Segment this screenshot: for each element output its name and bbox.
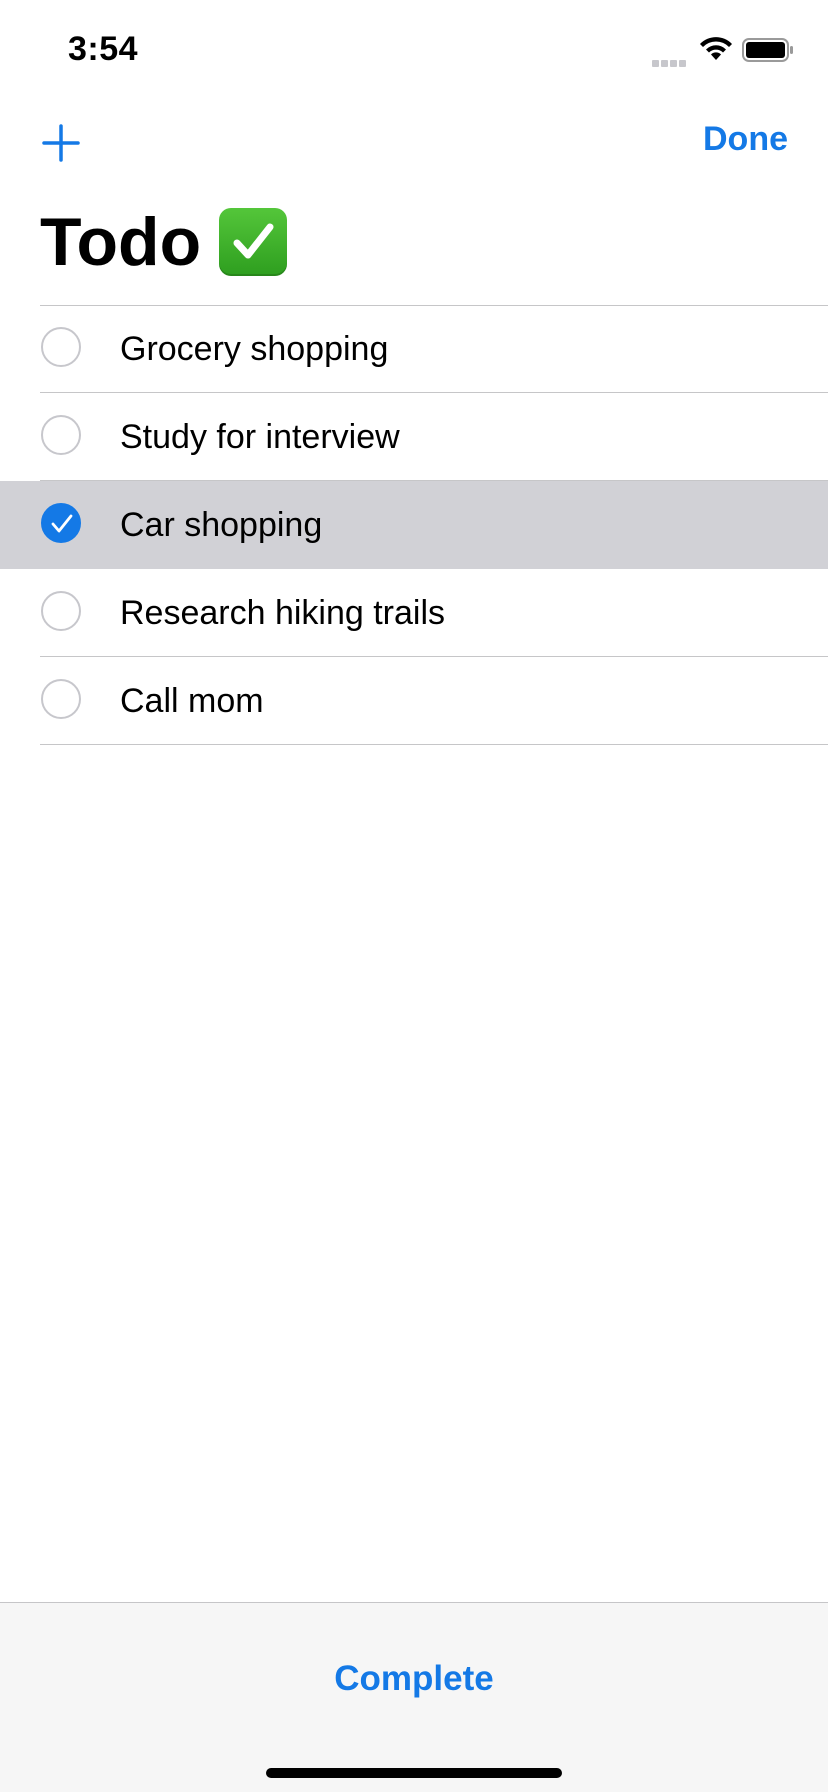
list-item[interactable]: Study for interview bbox=[0, 393, 828, 481]
add-todo-button[interactable] bbox=[40, 122, 82, 164]
list-divider bbox=[40, 744, 828, 745]
checkbox-empty-icon[interactable] bbox=[41, 415, 81, 455]
complete-button[interactable]: Complete bbox=[0, 1659, 828, 1699]
list-item[interactable]: Research hiking trails bbox=[0, 569, 828, 657]
checkbox-empty-icon[interactable] bbox=[41, 679, 81, 719]
bottom-toolbar: Complete bbox=[0, 1602, 828, 1792]
list-item-label: Call mom bbox=[120, 682, 264, 720]
battery-icon bbox=[742, 38, 794, 62]
list-item-label: Car shopping bbox=[120, 506, 323, 544]
status-time: 3:54 bbox=[68, 30, 139, 68]
todo-list: Grocery shopping Study for interview Car… bbox=[0, 305, 828, 745]
page-title-text: Todo bbox=[40, 204, 202, 280]
list-item[interactable]: Grocery shopping bbox=[0, 305, 828, 393]
status-bar: 3:54 bbox=[0, 0, 828, 100]
done-button[interactable]: Done bbox=[703, 120, 788, 159]
list-item-label: Research hiking trails bbox=[120, 594, 446, 632]
list-item[interactable]: Call mom bbox=[0, 657, 828, 745]
list-item-label: Grocery shopping bbox=[120, 330, 389, 368]
list-item-label: Study for interview bbox=[120, 418, 400, 456]
page-title: Todo bbox=[40, 204, 288, 280]
wifi-icon bbox=[698, 36, 734, 62]
home-indicator[interactable] bbox=[266, 1768, 562, 1778]
checkbox-checked-icon[interactable] bbox=[41, 503, 81, 543]
navigation-bar: Done bbox=[0, 100, 828, 180]
plus-icon bbox=[42, 124, 80, 162]
list-item-selected[interactable]: Car shopping bbox=[0, 481, 828, 569]
screen: 3:54 Done Todo Grocery shopping Study fo… bbox=[0, 0, 828, 1792]
check-mark-button-icon bbox=[219, 208, 288, 276]
checkbox-empty-icon[interactable] bbox=[41, 327, 81, 367]
cellular-signal-icon bbox=[652, 54, 690, 67]
checkbox-empty-icon[interactable] bbox=[41, 591, 81, 631]
